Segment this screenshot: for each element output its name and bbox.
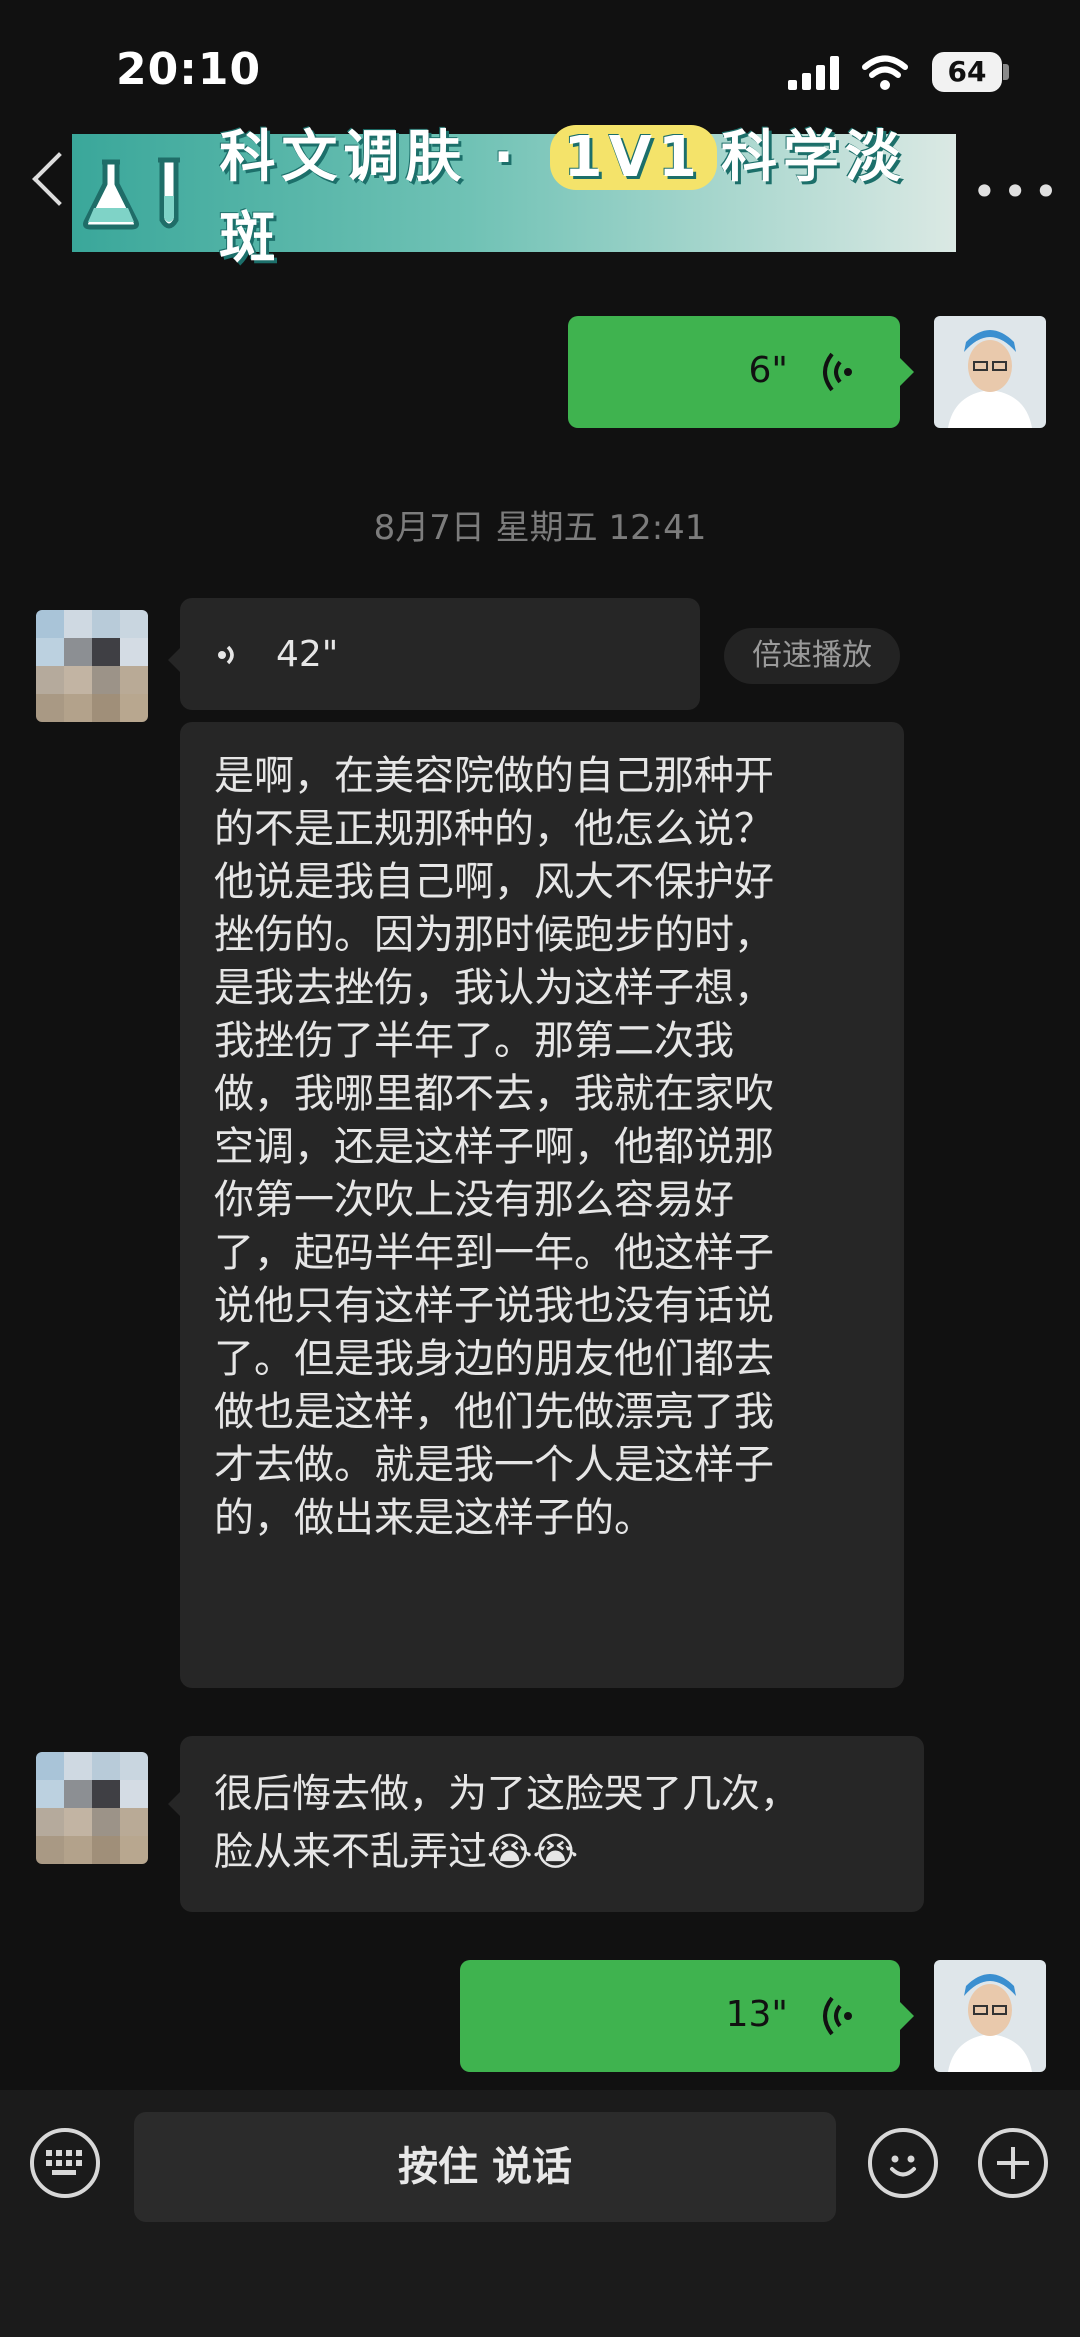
- transcript-line: 说他只有这样子说我也没有话说: [214, 1283, 774, 1329]
- incoming-voice-message[interactable]: 42": [180, 598, 700, 710]
- battery-level: 64: [932, 52, 1002, 92]
- transcript-line: 我挫伤了半年了。那第二次我: [214, 1018, 734, 1064]
- test-tube-icon: [158, 157, 180, 229]
- chat-title-part-a: 科文调肤 ·: [219, 125, 546, 190]
- chat-title: 科文调肤 · 1V1 科学淡斑: [219, 112, 956, 274]
- transcript-line: 是我去挫伤，我认为这样子想，: [214, 965, 774, 1011]
- emoji-icon[interactable]: [868, 2128, 938, 2198]
- keyboard-keys: [46, 2150, 82, 2175]
- voice-duration: 42": [276, 634, 339, 675]
- avatar[interactable]: [36, 1752, 148, 1864]
- status-time: 20:10: [116, 44, 262, 95]
- voice-duration: 13": [725, 1994, 788, 2035]
- bubble-tail: [900, 2002, 914, 2030]
- wifi-icon: [862, 55, 908, 90]
- transcript-text: 是啊，在美容院做的自己那种开 的不是正规那种的，他怎么说？ 他说是我自己啊，风大…: [214, 750, 884, 1545]
- smile-face: [890, 2155, 916, 2177]
- incoming-text-message[interactable]: 很后悔去做，为了这脸哭了几次， 脸从来不乱弄过😭😭: [180, 1736, 924, 1912]
- pixelated-avatar-image: [36, 610, 148, 722]
- message-line: 很后悔去做，为了这脸哭了几次，: [214, 1772, 800, 1817]
- voice-transcript: 是啊，在美容院做的自己那种开 的不是正规那种的，他怎么说？ 他说是我自己啊，风大…: [180, 722, 904, 1688]
- plus-icon[interactable]: [978, 2128, 1048, 2198]
- transcript-line: 做，我哪里都不去，我就在家吹: [214, 1071, 774, 1117]
- transcript-line: 挫伤的。因为那时候跑步的时，: [214, 912, 774, 958]
- transcript-line: 了，起码半年到一年。他这样子: [214, 1230, 774, 1276]
- voice-wave-icon: [218, 645, 234, 665]
- avatar[interactable]: [934, 316, 1046, 428]
- transcript-line: 的，做出来是这样子的。: [214, 1495, 654, 1541]
- battery-tip: [1003, 64, 1009, 80]
- speed-play-button[interactable]: 倍速播放: [724, 628, 900, 684]
- transcript-line: 他说是我自己啊，风大不保护好: [214, 859, 774, 905]
- signal-icon: [788, 56, 839, 90]
- pixelated-avatar-image: [36, 1752, 148, 1864]
- chat-title-banner: 科文调肤 · 1V1 科学淡斑: [72, 125, 956, 271]
- message-line: 脸从来不乱弄过😭😭: [214, 1830, 579, 1875]
- transcript-line: 才去做。就是我一个人是这样子: [214, 1442, 774, 1488]
- avatar[interactable]: [36, 610, 148, 722]
- chat-title-pill: 1V1: [549, 125, 717, 190]
- doctor-avatar-image: [934, 316, 1046, 428]
- message-timestamp: 8月7日 星期五 12:41: [373, 508, 707, 548]
- plus-bar-v: [1011, 2147, 1015, 2179]
- bubble-tail: [900, 358, 914, 386]
- voice-duration: 6": [748, 350, 788, 391]
- outgoing-voice-message[interactable]: 13": [460, 1960, 900, 2072]
- voice-wave-icon: [823, 1996, 852, 2036]
- hold-to-talk-button[interactable]: 按住 说话: [134, 2112, 836, 2222]
- doctor-avatar-image: [934, 1960, 1046, 2072]
- flask-icon: [83, 159, 139, 230]
- more-icon[interactable]: •••: [972, 171, 1064, 213]
- keyboard-icon[interactable]: [30, 2128, 100, 2198]
- transcript-line: 了。但是我身边的朋友他们都去: [214, 1336, 774, 1382]
- message-text: 很后悔去做，为了这脸哭了几次， 脸从来不乱弄过😭😭: [214, 1766, 904, 1882]
- transcript-line: 空调，还是这样子啊，他都说那: [214, 1124, 774, 1170]
- voice-wave-icon: [823, 352, 852, 392]
- outgoing-voice-message[interactable]: 6": [568, 316, 900, 428]
- transcript-line: 是啊，在美容院做的自己那种开: [214, 753, 774, 799]
- transcript-line: 你第一次吹上没有那么容易好: [214, 1177, 734, 1223]
- banner-icon-group: [72, 134, 219, 252]
- transcript-line: 做也是这样，他们先做漂亮了我: [214, 1389, 774, 1435]
- transcript-line: 的不是正规那种的，他怎么说？: [214, 806, 774, 852]
- avatar[interactable]: [934, 1960, 1046, 2072]
